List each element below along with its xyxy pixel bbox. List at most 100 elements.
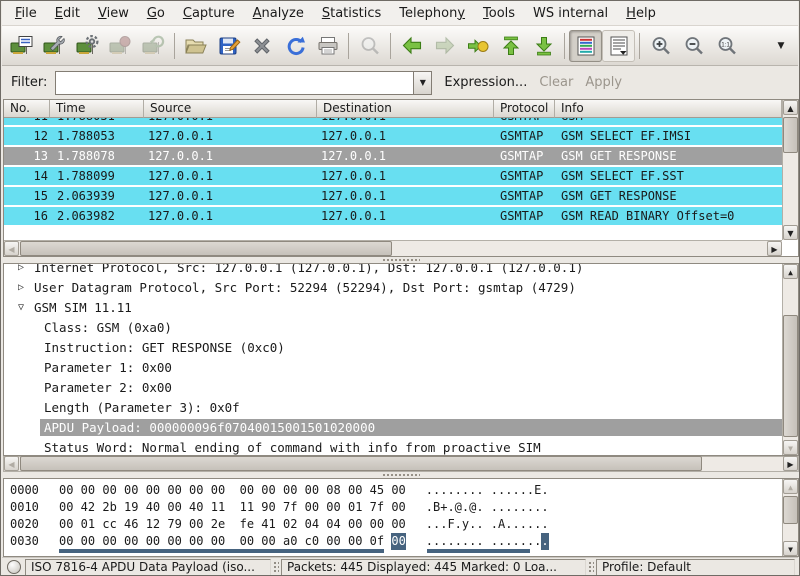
interfaces-button[interactable] (5, 30, 38, 62)
hex-ascii-selected: . (541, 533, 548, 550)
cell-protocol: GSMTAP (494, 127, 555, 145)
cell-protocol: GSMTAP (494, 207, 555, 225)
details-vscrollbar[interactable]: ▲ ▼ (782, 264, 798, 455)
capture-start-button[interactable] (71, 30, 104, 62)
menu-go[interactable]: Go (138, 1, 174, 26)
detail-row[interactable]: ▽GSM SIM 11.11 (4, 297, 782, 317)
hex-row[interactable]: 002000 01 cc 46 12 79 00 2e fe 41 02 04 … (4, 516, 782, 533)
packet-row[interactable]: 152.063939127.0.0.1127.0.0.1GSMTAPGSM GE… (4, 187, 782, 207)
statusbar-grip-icon[interactable] (273, 561, 279, 574)
goto-bottom-icon (532, 34, 556, 58)
column-header-source[interactable]: Source (144, 100, 317, 118)
column-header-info[interactable]: Info (555, 100, 782, 118)
column-header-destination[interactable]: Destination (317, 100, 494, 118)
goto-bottom-button[interactable] (527, 30, 560, 62)
goto-packet-icon (466, 34, 490, 58)
scroll-up-icon[interactable]: ▲ (783, 100, 798, 115)
menu-view[interactable]: View (89, 1, 138, 26)
hex-byte-selected: 00 (391, 533, 405, 550)
detail-row[interactable]: ▷User Datagram Protocol, Src Port: 52294… (4, 277, 782, 297)
scroll-down-icon[interactable]: ▼ (783, 541, 798, 556)
hex-row[interactable]: 001000 42 2b 19 40 00 40 11 11 90 7f 00 … (4, 499, 782, 516)
scroll-down-icon[interactable]: ▼ (783, 225, 798, 240)
detail-row[interactable]: Length (Parameter 3): 0x0f (4, 397, 782, 417)
vscroll-thumb[interactable] (783, 117, 798, 153)
packet-row[interactable]: 141.788099127.0.0.1127.0.0.1GSMTAPGSM SE… (4, 167, 782, 187)
goto-top-button[interactable] (494, 30, 527, 62)
scroll-left-icon[interactable]: ◀ (4, 241, 19, 256)
packet-row[interactable]: 121.788053127.0.0.1127.0.0.1GSMTAPGSM SE… (4, 127, 782, 147)
print-button[interactable] (311, 30, 344, 62)
detail-row[interactable]: ▷Internet Protocol, Src: 127.0.0.1 (127.… (4, 264, 782, 277)
close-button[interactable] (245, 30, 278, 62)
svg-text:1:1: 1:1 (721, 41, 730, 48)
detail-row[interactable]: APDU Payload: 000000096f0704001500150102… (4, 417, 782, 437)
scroll-up-icon[interactable]: ▲ (783, 479, 798, 494)
expression-button[interactable]: Expression... (444, 75, 527, 90)
expert-info-button[interactable] (7, 560, 21, 574)
zoom-in-button[interactable] (644, 30, 677, 62)
vscroll-thumb[interactable] (783, 315, 798, 437)
reload-button[interactable] (278, 30, 311, 62)
hex-offset: 0030 (4, 533, 59, 550)
zoom-100-button[interactable]: 1:1 (710, 30, 743, 62)
scroll-right-icon[interactable]: ▶ (767, 241, 782, 256)
autoscroll-button[interactable] (602, 30, 635, 62)
detail-row[interactable]: Status Word: Normal ending of command wi… (4, 437, 782, 455)
hex-bytes: 00 01 cc 46 12 79 00 2e fe 41 02 04 04 0… (59, 516, 406, 533)
menu-statistics[interactable]: Statistics (313, 1, 390, 26)
statusbar-grip-icon[interactable] (588, 561, 594, 574)
expander-expanded-icon[interactable]: ▽ (12, 302, 30, 313)
hscroll-thumb[interactable] (20, 456, 702, 471)
menu-file[interactable]: File (6, 1, 46, 26)
column-header-no[interactable]: No. (4, 100, 50, 118)
detail-row-clipped[interactable]: ▷Internet Protocol, Src: 127.0.0.1 (127.… (4, 264, 782, 277)
menu-capture[interactable]: Capture (174, 1, 244, 26)
expander-collapsed-icon[interactable]: ▷ (12, 282, 30, 293)
packet-list-vscrollbar[interactable]: ▲ ▼ (782, 100, 798, 240)
hex-row[interactable]: 000000 00 00 00 00 00 00 00 00 00 00 00 … (4, 482, 782, 499)
cell-no: 13 (4, 147, 50, 165)
colorize-button[interactable] (569, 30, 602, 62)
scroll-up-icon[interactable]: ▲ (783, 264, 798, 279)
hex-vscrollbar[interactable]: ▲ ▼ (782, 479, 798, 556)
packet-row[interactable]: 111.788031127.0.0.1127.0.0.1GSMTAPGSM (4, 118, 782, 127)
hex-bytes: 00 42 2b 19 40 00 40 11 11 90 7f 00 00 0… (59, 499, 406, 516)
capture-options-button[interactable] (38, 30, 71, 62)
detail-row[interactable]: Class: GSM (0xa0) (4, 317, 782, 337)
scroll-left-icon[interactable]: ◀ (4, 456, 19, 471)
goto-packet-button[interactable] (461, 30, 494, 62)
expander-collapsed-icon[interactable]: ▷ (12, 264, 30, 273)
save-button[interactable] (212, 30, 245, 62)
menu-telephony[interactable]: Telephony (390, 1, 474, 26)
filter-input[interactable] (55, 71, 413, 95)
column-header-protocol[interactable]: Protocol (494, 100, 555, 118)
scroll-down-icon[interactable]: ▼ (783, 440, 798, 455)
detail-row[interactable]: Parameter 1: 0x00 (4, 357, 782, 377)
vscroll-thumb[interactable] (783, 496, 798, 524)
menu-help[interactable]: Help (617, 1, 665, 26)
packet-list-hscrollbar[interactable]: ◀ ▶ (4, 240, 782, 256)
menu-tools[interactable]: Tools (474, 1, 524, 26)
hscroll-thumb[interactable] (20, 241, 392, 256)
column-header-time[interactable]: Time (50, 100, 144, 118)
menu-ws-internal[interactable]: WS internal (524, 1, 617, 26)
packet-row[interactable]: 162.063982127.0.0.1127.0.0.1GSMTAPGSM RE… (4, 207, 782, 227)
details-hscrollbar[interactable]: ◀ ▶ (3, 456, 799, 472)
scroll-right-icon[interactable]: ▶ (783, 456, 798, 471)
filter-dropdown-button[interactable]: ▼ (413, 71, 432, 95)
packet-row[interactable]: 131.788078127.0.0.1127.0.0.1GSMTAPGSM GE… (4, 147, 782, 167)
hex-row[interactable]: 003000 00 00 00 00 00 00 00 00 00 a0 c0 … (4, 533, 782, 550)
detail-row[interactable]: Parameter 2: 0x00 (4, 377, 782, 397)
menu-analyze[interactable]: Analyze (244, 1, 313, 26)
hex-bytes: 00 00 00 00 00 00 00 00 00 00 00 00 08 0… (59, 482, 406, 499)
packet-row-clipped[interactable]: 111.788031127.0.0.1127.0.0.1GSMTAPGSM (4, 118, 782, 127)
back-button[interactable] (395, 30, 428, 62)
open-button[interactable] (179, 30, 212, 62)
zoom-out-button[interactable] (677, 30, 710, 62)
menu-edit[interactable]: Edit (46, 1, 89, 26)
toolbar-overflow-button[interactable]: ▼ (772, 26, 790, 66)
packet-details-body: ▷Internet Protocol, Src: 127.0.0.1 (127.… (4, 264, 782, 455)
detail-row[interactable]: Instruction: GET RESPONSE (0xc0) (4, 337, 782, 357)
hex-next-row-selection-sliver (427, 549, 530, 553)
